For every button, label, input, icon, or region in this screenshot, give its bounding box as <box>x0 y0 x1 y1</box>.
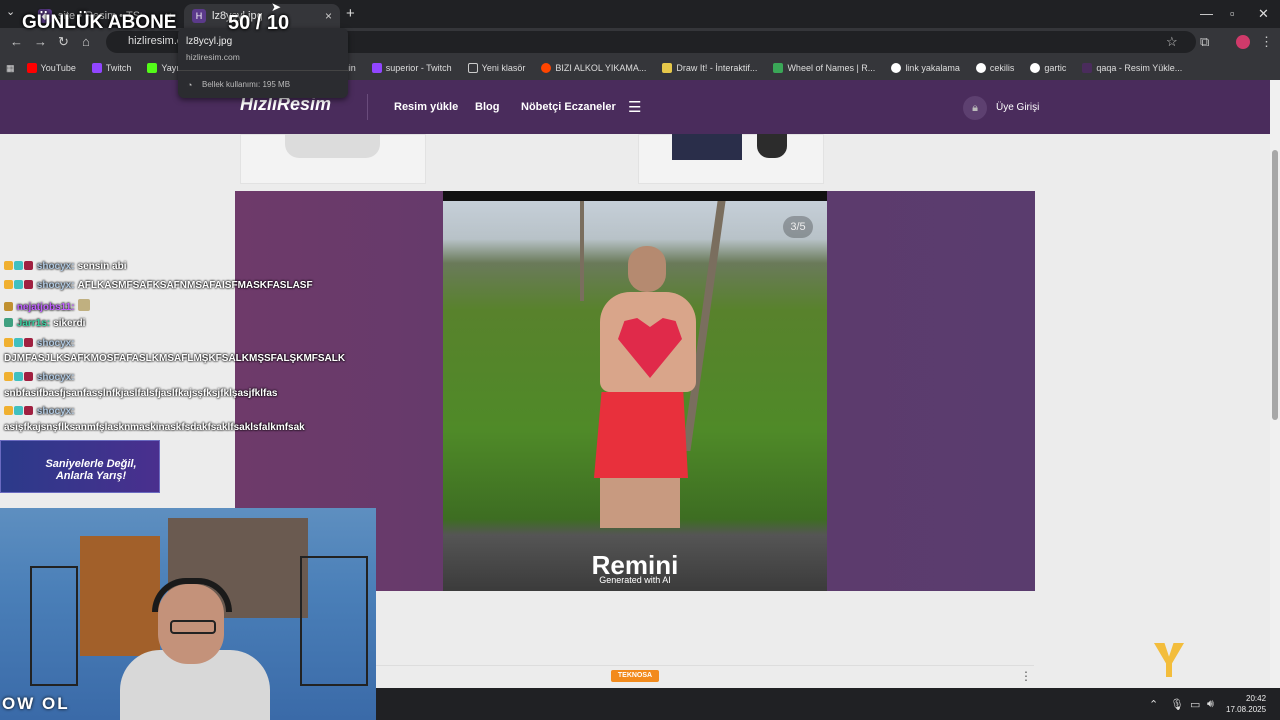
chat-message: shocyx: <box>4 372 78 383</box>
chat-username: shocyx: <box>36 280 75 291</box>
tab-search-icon[interactable]: ⌄ <box>6 5 15 18</box>
chat-message: shocyx: <box>4 338 78 349</box>
scrollbar-thumb[interactable] <box>1272 150 1278 420</box>
person-legs <box>600 478 680 528</box>
chat-message: Jarr1s: sikerdi <box>4 318 85 329</box>
chat-username: shocyx: <box>36 372 75 383</box>
badge-icon <box>4 261 13 270</box>
chat-message: shocyx: AFLKASMFSAFKSAFNMSAFAISFMASKFASLA… <box>4 280 313 291</box>
bookmark-item[interactable]: Wheel of Names | R... <box>773 63 875 73</box>
tab-favicon-icon: H <box>192 9 206 23</box>
brand-overlay-text: OW OL <box>2 694 70 713</box>
bookmark-item[interactable]: Twitch <box>91 63 131 73</box>
bookmark-item[interactable]: qaqa - Resim Yükle... <box>1082 63 1182 73</box>
hamburger-menu-icon[interactable]: ☰ <box>628 98 641 116</box>
apps-icon[interactable]: ▦ <box>6 63 15 74</box>
bookmark-folder[interactable]: Yeni klasör <box>467 63 525 73</box>
close-window-icon[interactable]: ✕ <box>1258 6 1269 22</box>
tab-hover-card: lz8ycyl.jpg hizliresim.com ◔ Bellek kull… <box>178 28 348 98</box>
more-options-icon[interactable]: ⋮ <box>1020 669 1032 683</box>
webcam-shelf <box>300 556 368 686</box>
chat-message: shocyx: sensin abi <box>4 261 126 272</box>
reload-icon[interactable]: ↻ <box>58 34 69 50</box>
glasses <box>170 620 216 634</box>
profile-avatar[interactable] <box>1236 35 1250 49</box>
emote-icon <box>77 299 90 311</box>
minimize-icon[interactable]: — <box>1200 6 1213 21</box>
chat-username: shocyx: <box>36 338 75 349</box>
product-image <box>285 134 380 158</box>
chat-username: nejatjobs11: <box>16 302 75 313</box>
tree-trunk <box>580 201 584 301</box>
nav-pharmacy-link[interactable]: Nöbetçi Eczaneler <box>521 101 616 113</box>
home-icon[interactable]: ⌂ <box>82 34 90 49</box>
bookmark-item[interactable]: BIZI ALKOL YIKAMA... <box>541 63 646 73</box>
gallery-counter: 3/5 <box>783 216 813 238</box>
lock-icon[interactable]: 🔒︎ <box>963 96 987 120</box>
daily-sub-label: GÜNLÜK ABONE <box>22 12 177 33</box>
tab-close-icon[interactable]: × <box>325 9 332 23</box>
maximize-icon[interactable]: ▫ <box>1230 6 1235 21</box>
overlay-ad-text: Saniyelerle Değil, Anlarla Yarış! <box>45 458 137 482</box>
login-link[interactable]: Üye Girişi <box>996 102 1039 113</box>
bookmark-item[interactable]: link yakalama <box>891 63 960 73</box>
product-image <box>672 134 742 160</box>
tray-expand-icon[interactable]: ⌃ <box>1149 698 1158 711</box>
chat-username: shocyx: <box>36 406 75 417</box>
teknosa-logo[interactable]: TEKNOSA <box>611 670 659 682</box>
product-image <box>757 134 787 158</box>
hover-card-title: lz8ycyl.jpg <box>186 36 233 47</box>
yellow-logo-icon[interactable] <box>1154 643 1184 677</box>
chat-text: DJMFASJLKSAFKMOSFAFASLKMSAFLMŞKFSALKMŞSF… <box>4 353 346 364</box>
bookmark-item[interactable]: cekilis <box>975 63 1014 73</box>
person-head <box>628 246 666 292</box>
hover-card-memory: Bellek kullanımı: 195 MB <box>202 80 291 89</box>
nav-upload-link[interactable]: Resim yükle <box>394 101 458 113</box>
photo-top-bar <box>443 191 827 201</box>
chat-message: nejatjobs11: <box>4 299 91 313</box>
chat-text: asişfkajsnşflksanmfşlasknmaskinaskfsdakf… <box>4 422 305 433</box>
clock-time: 20:42 <box>1246 694 1267 703</box>
microphone-icon[interactable]: 🎙︎ <box>1170 698 1184 711</box>
new-tab-icon[interactable]: + <box>346 5 355 22</box>
chat-message: shocyx: <box>4 406 78 417</box>
header-divider <box>367 94 368 120</box>
webcam-door <box>80 536 160 656</box>
hover-card-domain: hizliresim.com <box>186 52 240 62</box>
remini-watermark-sub: Generated with AI <box>599 575 671 585</box>
menu-icon[interactable]: ⋮ <box>1260 34 1273 50</box>
volume-icon[interactable]: 🔊︎ <box>1207 698 1214 711</box>
chat-username: shocyx: <box>36 261 75 272</box>
bookmark-item[interactable]: superior - Twitch <box>371 63 452 73</box>
bookmark-item[interactable]: gartic <box>1030 63 1066 73</box>
badge-icon <box>24 261 33 270</box>
back-icon[interactable]: ← <box>10 34 23 49</box>
chat-text: AFLKASMFSAFKSAFNMSAFAISFMASKFASLASF <box>77 280 313 291</box>
extensions-icon[interactable]: ⧉ <box>1200 34 1209 50</box>
chat-text: snbfasifbasfjsanfasşlnfkjaslfalsfjaslfka… <box>4 388 278 399</box>
bookmark-star-icon[interactable]: ☆ <box>1166 34 1178 50</box>
chat-text: sensin abi <box>77 261 127 272</box>
bookmark-item[interactable]: YouTube <box>26 63 76 73</box>
sticky-ad-bar <box>376 665 1034 688</box>
system-clock[interactable]: 20:42 17.08.2025 <box>1226 693 1266 715</box>
forward-icon[interactable]: → <box>34 34 47 49</box>
chat-text: sikerdi <box>53 318 86 329</box>
badge-icon <box>14 261 23 270</box>
browser-titlebar: ⌄ ◆ site • Resim • TS × H lz8ycyl.jpg × … <box>0 0 1280 28</box>
mouse-cursor-icon: ➤ <box>271 0 282 14</box>
daily-sub-count: 50 / 10 <box>228 12 290 34</box>
memory-icon: ◔ <box>187 80 193 90</box>
network-icon[interactable]: ▭ <box>1190 698 1200 711</box>
clock-date: 17.08.2025 <box>1226 705 1267 714</box>
chat-username: Jarr1s: <box>16 318 51 329</box>
red-skirt <box>594 392 688 478</box>
nav-blog-link[interactable]: Blog <box>475 101 499 113</box>
webcam-shelf <box>30 566 78 686</box>
bookmark-item[interactable]: Draw It! - İnteraktif... <box>662 63 757 73</box>
